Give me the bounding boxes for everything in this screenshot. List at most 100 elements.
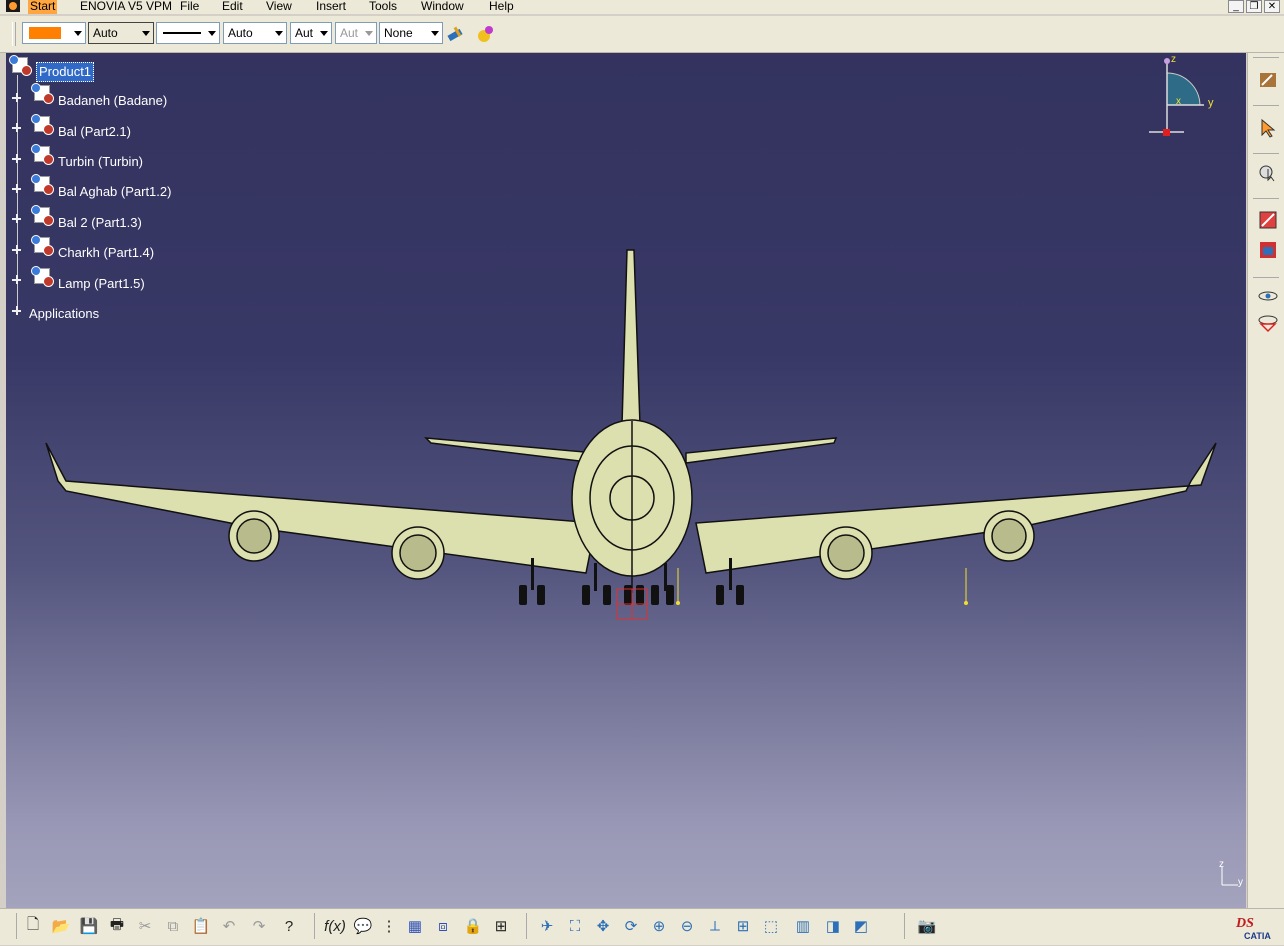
toolbar-grip[interactable] [12, 22, 16, 46]
new-icon[interactable]: 🗋 [22, 915, 44, 937]
menu-window[interactable]: Window [421, 0, 464, 14]
sketcher-icon[interactable] [1257, 69, 1279, 91]
paste-icon[interactable]: 📋 [190, 915, 212, 937]
render-icon[interactable] [1257, 209, 1279, 231]
part-icon [31, 83, 54, 104]
undo-icon[interactable]: ↶ [218, 915, 240, 937]
expand-icon[interactable] [12, 245, 21, 254]
svg-text:z: z [1171, 55, 1176, 65]
tree-item-label: Badaneh (Badane) [58, 93, 168, 108]
open-icon[interactable]: 📂 [50, 915, 72, 937]
line-sample [163, 32, 201, 34]
swap-icon[interactable]: ◩ [850, 915, 872, 937]
properties-icon[interactable] [474, 24, 496, 46]
comment-icon[interactable]: 💬 [352, 915, 374, 937]
transparency-combo[interactable]: Auto [88, 22, 154, 44]
print-icon[interactable]: 🖶 [106, 915, 128, 937]
lock-icon[interactable]: 🔒 [462, 915, 484, 937]
graph-icon[interactable]: ⧈ [432, 915, 454, 937]
tree-item-label: Turbin (Turbin) [58, 154, 144, 169]
close-icon[interactable]: ✕ [1264, 0, 1280, 13]
whats-this-icon[interactable]: ? [278, 915, 300, 937]
shading-mode-icon[interactable]: ▥ [792, 915, 814, 937]
specification-tree: Product1 Badaneh (Badane) Bal (Part2.1) … [6, 53, 266, 333]
iso-view-icon[interactable]: ⬚ [760, 915, 782, 937]
table-icon[interactable]: ▦ [404, 915, 426, 937]
layer-value: None [384, 26, 413, 40]
shading-icon[interactable] [1257, 239, 1279, 261]
left-wing [45, 442, 597, 574]
normal-view-icon[interactable]: ⟂ [704, 915, 726, 937]
right-stabilizer [685, 437, 838, 464]
expand-icon[interactable] [12, 306, 21, 315]
tree-item-label: Bal 2 (Part1.3) [58, 215, 142, 230]
part-icon [31, 205, 54, 226]
select-arrow-icon[interactable] [1257, 117, 1279, 139]
zoom-out-icon[interactable]: ⊖ [676, 915, 698, 937]
linetype-combo[interactable] [156, 22, 220, 44]
fill-color-combo[interactable] [22, 22, 86, 44]
menu-help[interactable]: Help [489, 0, 514, 14]
hide-eye-icon[interactable] [1257, 311, 1279, 333]
painter-icon[interactable] [446, 24, 468, 46]
layer-combo[interactable]: None [379, 22, 443, 44]
expand-icon[interactable] [12, 275, 21, 284]
svg-text:y: y [1238, 877, 1243, 888]
expand-icon[interactable] [12, 123, 21, 132]
right-wing [695, 442, 1217, 574]
copy-icon[interactable]: ⧉ [162, 915, 184, 937]
tree-item-label: Bal (Part2.1) [58, 124, 131, 139]
thickness-combo[interactable]: Auto [223, 22, 287, 44]
pan-icon[interactable]: ✥ [592, 915, 614, 937]
expand-icon[interactable] [12, 154, 21, 163]
compass-icon[interactable]: z x y [1142, 55, 1222, 145]
point-symbol-combo[interactable]: Aut [335, 22, 377, 44]
hide-show-icon[interactable]: ◨ [822, 915, 844, 937]
save-icon[interactable]: 💾 [78, 915, 100, 937]
snap-icon[interactable] [1257, 161, 1279, 183]
linetype-small-combo[interactable]: Aut [290, 22, 332, 44]
multi-view-icon[interactable]: ⊞ [732, 915, 754, 937]
expand-icon[interactable] [12, 184, 21, 193]
fit-all-icon[interactable]: ⛶ [564, 915, 586, 937]
menu-insert[interactable]: Insert [316, 0, 346, 14]
svg-text:CATIA: CATIA [1244, 931, 1271, 941]
part-icon [31, 144, 54, 165]
cut-icon[interactable]: ✂ [134, 915, 156, 937]
zoom-in-icon[interactable]: ⊕ [648, 915, 670, 937]
expand-icon[interactable] [12, 214, 21, 223]
window-controls: _ ❐ ✕ [1228, 0, 1280, 14]
tree-item-label: Bal Aghab (Part1.2) [58, 184, 172, 199]
restore-icon[interactable]: ❐ [1246, 0, 1262, 13]
transparency-value: Auto [93, 26, 118, 40]
menu-enovia[interactable]: ENOVIA V5 VPM [80, 0, 172, 14]
measure-icon[interactable]: ⊞ [490, 915, 512, 937]
fill-color-swatch [29, 27, 61, 39]
part-icon [31, 174, 54, 195]
product-icon[interactable] [9, 55, 32, 76]
rotate-icon[interactable]: ⟳ [620, 915, 642, 937]
svg-text:y: y [1208, 97, 1214, 109]
catia-app-icon[interactable] [4, 0, 24, 13]
menu-edit[interactable]: Edit [222, 0, 243, 14]
formula-icon[interactable]: f(x) [324, 915, 346, 937]
thickness-value: Auto [228, 26, 253, 40]
capture-icon[interactable]: 📷 [916, 915, 938, 937]
svg-text:x: x [1176, 96, 1181, 107]
3d-viewport[interactable]: Product1 Badaneh (Badane) Bal (Part2.1) … [6, 53, 1246, 908]
menu-start[interactable]: Start [28, 0, 58, 14]
show-eye-icon[interactable] [1257, 285, 1279, 307]
redo-icon[interactable]: ↷ [248, 915, 270, 937]
catia-logo: DS CATIA [1232, 911, 1278, 943]
expand-icon[interactable] [12, 93, 21, 102]
vertical-fin [621, 249, 641, 426]
axis-indicator-icon: z y [1219, 859, 1243, 888]
menu-file[interactable]: File [180, 0, 199, 14]
minimize-icon[interactable]: _ [1228, 0, 1244, 13]
menu-tools[interactable]: Tools [369, 0, 397, 14]
fly-icon[interactable]: ✈ [536, 915, 558, 937]
graphic-properties-toolbar: Auto Auto Aut Aut None [0, 16, 1284, 53]
knowledge-icon[interactable]: ⋮ [378, 915, 400, 937]
svg-text:DS: DS [1235, 916, 1254, 931]
menu-view[interactable]: View [266, 0, 292, 14]
